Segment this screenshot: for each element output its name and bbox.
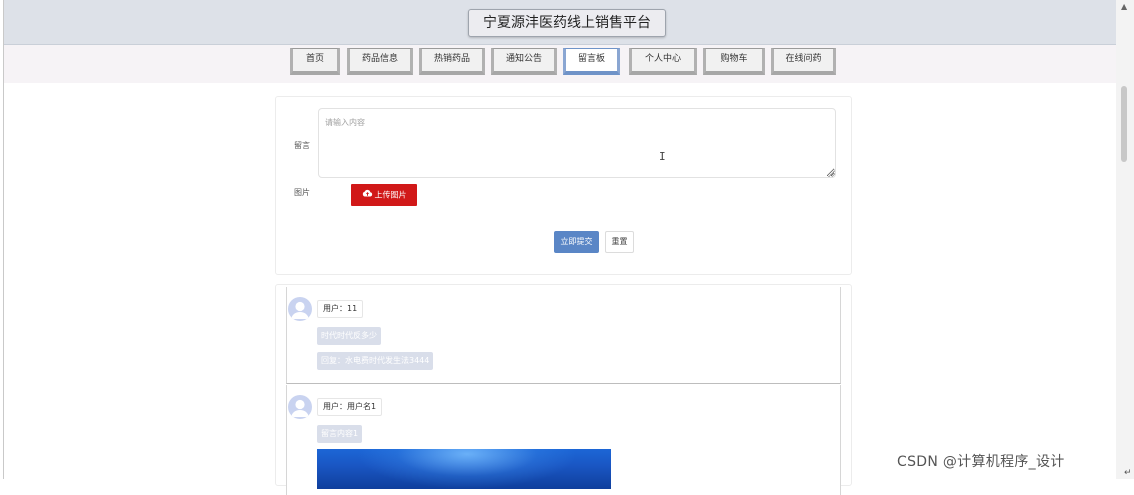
vertical-scrollbar[interactable]: ▲: [1116, 0, 1134, 479]
message-image[interactable]: [317, 449, 611, 489]
image-highlight: [357, 449, 577, 489]
site-header: 宁夏源沣医药线上销售平台: [4, 0, 1116, 45]
scroll-up-arrow-icon[interactable]: ▲: [1121, 2, 1127, 11]
image-label: 图片: [294, 188, 310, 197]
nav-tab-home[interactable]: 首页: [290, 48, 340, 75]
message-form-card: 留言 I 图片 上传图片 立即提交 重置: [275, 96, 852, 275]
nav-tab-personal-center[interactable]: 个人中心: [629, 48, 697, 75]
site-title: 宁夏源沣医药线上销售平台: [468, 9, 666, 37]
cloud-upload-icon: [362, 184, 373, 206]
main-nav: 首页 药品信息 热销药品 通知公告 留言板 个人中心 购物车 在线问药: [4, 45, 1116, 83]
csdn-watermark: CSDN @计算机程序_设计: [897, 454, 1065, 470]
message-label: 留言: [294, 141, 310, 150]
scroll-thumb[interactable]: [1121, 86, 1127, 162]
message-username: 用户：11: [317, 300, 364, 318]
user-avatar-icon: [288, 395, 312, 419]
nav-tab-cart[interactable]: 购物车: [703, 48, 765, 75]
reset-button[interactable]: 重置: [605, 231, 634, 253]
nav-tab-online-consult[interactable]: 在线问药: [771, 48, 836, 75]
message-username: 用户：用户名1: [317, 398, 383, 416]
nav-tab-hot-medicine[interactable]: 热销药品: [419, 48, 485, 75]
text-cursor-icon: I: [659, 150, 666, 163]
message-content: 时代时代反多少: [317, 327, 381, 345]
textarea-resize-grip-icon[interactable]: [828, 170, 835, 177]
upload-image-button[interactable]: 上传图片: [351, 184, 417, 206]
nav-tab-message-board[interactable]: 留言板: [563, 48, 620, 75]
message-input[interactable]: [318, 108, 836, 178]
message-content: 留言内容1: [317, 425, 363, 443]
message-list-card: 用户：11 时代时代反多少 回复：水电费时代发生法3444 用户：用户名1 留言…: [275, 284, 852, 495]
nav-tab-notices[interactable]: 通知公告: [491, 48, 557, 75]
message-reply: 回复：水电费时代发生法3444: [317, 352, 434, 370]
return-mark-icon: ↵: [1124, 468, 1132, 478]
submit-button[interactable]: 立即提交: [554, 231, 599, 253]
user-avatar-icon: [288, 297, 312, 321]
upload-image-label: 上传图片: [374, 190, 407, 200]
message-item: 用户：11 时代时代反多少 回复：水电费时代发生法3444: [286, 287, 841, 384]
nav-tab-medicine-info[interactable]: 药品信息: [347, 48, 413, 75]
